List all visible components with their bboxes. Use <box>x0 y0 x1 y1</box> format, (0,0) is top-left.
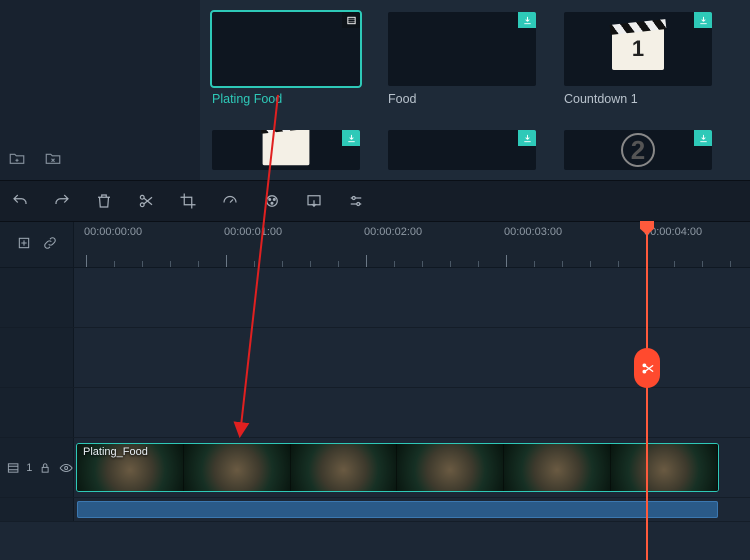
clip-countdown-row2b[interactable] <box>388 130 536 170</box>
ruler-time-label: 00:00:03:00 <box>504 226 562 238</box>
timeline: 00:00:00:00 00:00:01:00 00:00:02:00 00:00:0… <box>0 222 750 560</box>
speed-button[interactable] <box>220 191 240 211</box>
ruler-time-label: 00:00:00:00 <box>84 226 142 238</box>
color-button[interactable] <box>262 191 282 211</box>
clip-plating-food[interactable]: Plating Food <box>212 12 360 106</box>
delete-folder-icon[interactable] <box>44 149 62 170</box>
download-icon[interactable] <box>342 130 360 146</box>
clip-countdown-1[interactable]: 1 Countdown 1 <box>564 12 712 106</box>
timeline-audio-clip[interactable] <box>77 501 718 518</box>
edit-toolbar <box>0 180 750 222</box>
track-area: 1 Plating_Food <box>0 268 750 560</box>
new-folder-icon[interactable] <box>8 149 26 170</box>
download-icon[interactable] <box>694 130 712 146</box>
link-button[interactable] <box>42 235 58 254</box>
download-icon[interactable] <box>518 130 536 146</box>
playhead[interactable] <box>646 222 648 560</box>
ruler-row: 00:00:00:00 00:00:01:00 00:00:02:00 00:00:0… <box>0 222 750 268</box>
eye-icon[interactable] <box>59 460 73 476</box>
media-library: Plating Food Food 1 Countdown 1 <box>0 0 750 180</box>
playhead-split-button[interactable] <box>634 348 660 388</box>
track-index: 1 <box>26 462 32 474</box>
thumbnail-grid: Plating Food Food 1 Countdown 1 <box>200 0 750 180</box>
empty-track <box>0 268 750 328</box>
export-frame-button[interactable] <box>304 191 324 211</box>
library-sidepanel <box>0 0 200 180</box>
clip-countdown-row2c[interactable]: 2 <box>564 130 712 170</box>
countdown-digit: 2 <box>621 133 655 167</box>
video-track-1: 1 Plating_Food <box>0 438 750 498</box>
ruler-time-label: 00:00:01:00 <box>224 226 282 238</box>
split-button[interactable] <box>136 191 156 211</box>
delete-button[interactable] <box>94 191 114 211</box>
clapper-number: 1 <box>632 36 644 62</box>
add-marker-button[interactable] <box>16 235 32 254</box>
download-icon[interactable] <box>694 12 712 28</box>
download-icon[interactable] <box>518 12 536 28</box>
clip-name-label: Plating_Food <box>83 446 148 458</box>
clip-food[interactable]: Food <box>388 12 536 106</box>
clip-label: Countdown 1 <box>564 92 712 106</box>
crop-button[interactable] <box>178 191 198 211</box>
clip-countdown-row2a[interactable] <box>212 130 360 170</box>
clip-label: Food <box>388 92 536 106</box>
redo-button[interactable] <box>52 191 72 211</box>
lock-icon[interactable] <box>38 460 52 476</box>
clip-label: Plating Food <box>212 92 360 106</box>
media-badge-icon <box>342 12 360 28</box>
undo-button[interactable] <box>10 191 30 211</box>
filmstrip-icon <box>6 460 20 476</box>
timeline-clip-plating-food[interactable]: Plating_Food <box>77 444 718 491</box>
adjust-button[interactable] <box>346 191 366 211</box>
empty-track <box>0 388 750 438</box>
audio-track-1 <box>0 498 750 522</box>
ruler-time-label: 00:00:02:00 <box>364 226 422 238</box>
